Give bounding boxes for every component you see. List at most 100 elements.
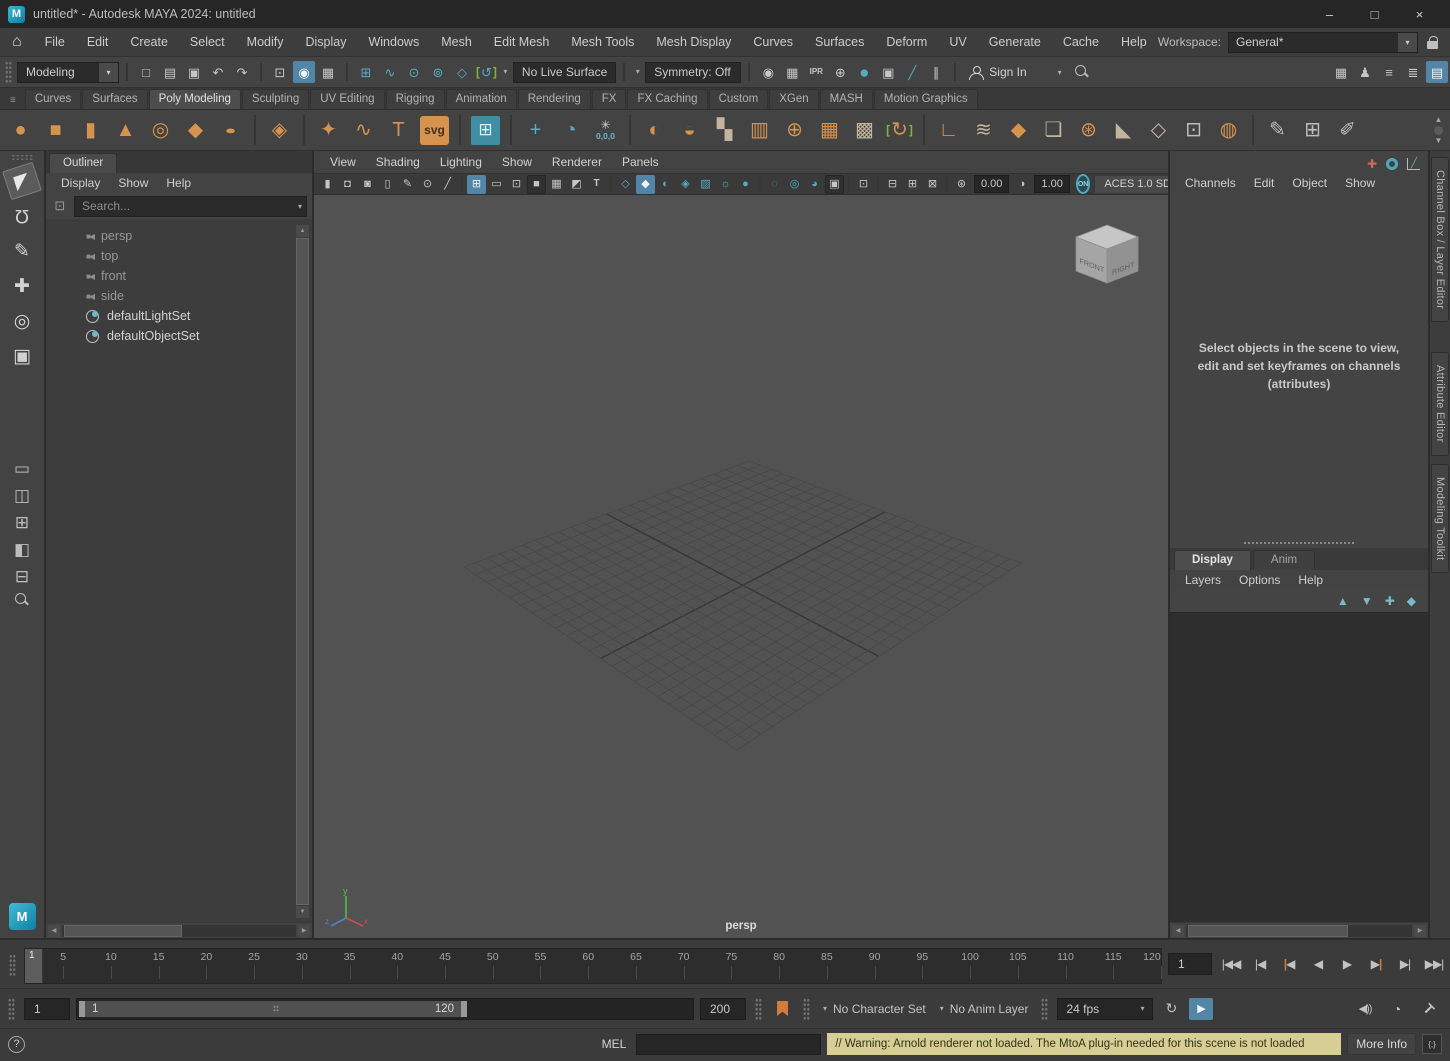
color-management-toggle[interactable]: ON: [1076, 174, 1091, 194]
xray-mode-icon[interactable]: ▨: [696, 175, 715, 194]
play-forwards-button[interactable]: ▶: [1333, 950, 1361, 977]
step-forward-key-button[interactable]: ▶|: [1362, 950, 1390, 977]
smooth-shade-mode-icon[interactable]: ◆: [636, 175, 655, 194]
outliner-tab[interactable]: Outliner: [49, 153, 117, 173]
playback-range-bar[interactable]: 1 120: [79, 1001, 467, 1017]
grease-pencil-icon[interactable]: ✎: [398, 175, 417, 194]
exposure-icon[interactable]: ⊛: [952, 175, 971, 194]
menu-windows[interactable]: Windows: [357, 35, 430, 49]
menu-cache[interactable]: Cache: [1052, 35, 1110, 49]
lasso-select-tool[interactable]: Ω: [6, 201, 38, 231]
layout-four-pane-button[interactable]: ⊞: [6, 511, 38, 533]
cached-playback-toggle[interactable]: ▶: [1189, 998, 1213, 1020]
shelf-tab-fx-caching[interactable]: FX Caching: [627, 89, 707, 109]
shelf-menu-icon[interactable]: ≡: [10, 95, 16, 106]
boolean-icon[interactable]: ◒: [673, 114, 706, 147]
shelf-tab-animation[interactable]: Animation: [446, 89, 517, 109]
menu-deform[interactable]: Deform: [875, 35, 938, 49]
poly-cylinder-icon[interactable]: ▮: [74, 114, 107, 147]
camera-settings-icon[interactable]: ◙: [358, 175, 377, 194]
modeling-toolkit-button-icon[interactable]: ▦: [1330, 61, 1352, 83]
textured-mode-icon[interactable]: ◐: [656, 175, 675, 194]
animation-end-field[interactable]: 200: [700, 998, 746, 1020]
render-settings-icon[interactable]: ⊕: [829, 61, 851, 83]
panel-menu-panels[interactable]: Panels: [612, 155, 669, 169]
film-gate-icon[interactable]: ▭: [487, 175, 506, 194]
panel-menu-lighting[interactable]: Lighting: [430, 155, 492, 169]
field-chart-icon[interactable]: ▦: [547, 175, 566, 194]
layout-single-pane-button[interactable]: ▭: [6, 457, 38, 479]
menu-display[interactable]: Display: [294, 35, 357, 49]
time-slider[interactable]: 1 51015202530354045505560657075808590951…: [24, 948, 1162, 984]
range-slider-track[interactable]: 1 120: [76, 998, 694, 1020]
loop-playback-icon[interactable]: ↻: [1159, 998, 1183, 1020]
shelf-tab-curves[interactable]: Curves: [25, 89, 81, 109]
scroll-left-icon[interactable]: ◀: [48, 925, 60, 937]
shelf-tab-rigging[interactable]: Rigging: [386, 89, 445, 109]
drag-handle[interactable]: [8, 998, 15, 1020]
circularize-icon[interactable]: ⊛: [1072, 114, 1105, 147]
menu-mesh[interactable]: Mesh: [430, 35, 483, 49]
anim-layer-select[interactable]: ▾ No Anim Layer: [936, 1002, 1033, 1016]
outliner-menu-help[interactable]: Help: [157, 176, 200, 190]
help-icon[interactable]: ?: [8, 1036, 25, 1053]
render-setup-icon[interactable]: ▣: [877, 61, 899, 83]
open-scene-icon[interactable]: ▤: [159, 61, 181, 83]
outliner-item-defaultobjectset[interactable]: defaultObjectSet: [46, 326, 312, 346]
shelf-tab-rendering[interactable]: Rendering: [518, 89, 591, 109]
menu-modify[interactable]: Modify: [236, 35, 295, 49]
panel-menu-view[interactable]: View: [320, 155, 366, 169]
close-button[interactable]: ×: [1397, 0, 1442, 28]
menu-edit-mesh[interactable]: Edit Mesh: [483, 35, 561, 49]
quadrangulate-icon[interactable]: ◇: [1142, 114, 1175, 147]
smooth-icon[interactable]: ▦: [813, 114, 846, 147]
save-scene-icon[interactable]: ▣: [183, 61, 205, 83]
animation-preferences-icon[interactable]: T: [1413, 992, 1446, 1025]
current-time-field[interactable]: 1: [1168, 953, 1212, 975]
snap-to-plane-icon[interactable]: ◇: [451, 61, 473, 83]
annotate-icon[interactable]: ╱: [438, 175, 457, 194]
menu-surfaces[interactable]: Surfaces: [804, 35, 875, 49]
hud-toggle-icon[interactable]: T: [587, 175, 606, 194]
shadows-icon[interactable]: ●: [736, 175, 755, 194]
menu-generate[interactable]: Generate: [978, 35, 1052, 49]
maximize-button[interactable]: □: [1352, 0, 1397, 28]
shelf-tab-surfaces[interactable]: Surfaces: [82, 89, 147, 109]
menu-mesh-display[interactable]: Mesh Display: [645, 35, 742, 49]
triangulate-icon[interactable]: ◣: [1107, 114, 1140, 147]
poly-cube-icon[interactable]: ■: [39, 114, 72, 147]
undo-icon[interactable]: ↶: [207, 61, 229, 83]
menu-file[interactable]: File: [34, 35, 76, 49]
snap-to-projected-center-icon[interactable]: ⊚: [427, 61, 449, 83]
render-view-icon[interactable]: ◉: [757, 61, 779, 83]
render-current-frame-icon[interactable]: ▦: [781, 61, 803, 83]
drag-handle[interactable]: [803, 998, 810, 1020]
type-tool-icon[interactable]: T: [382, 114, 415, 147]
more-info-button[interactable]: More Info: [1347, 1033, 1416, 1055]
step-back-key-button[interactable]: |◀: [1275, 950, 1303, 977]
menu-help[interactable]: Help: [1110, 35, 1158, 49]
scrollbar-thumb[interactable]: [64, 925, 182, 937]
drag-handle[interactable]: [9, 954, 16, 976]
shelf-tab-xgen[interactable]: XGen: [769, 89, 818, 109]
panel-camera-icon[interactable]: ▮: [318, 175, 337, 194]
outliner-filter-icon[interactable]: ⊡: [51, 197, 69, 215]
go-to-start-button[interactable]: |◀◀: [1217, 950, 1245, 977]
view-bookmark-icon[interactable]: ▯: [378, 175, 397, 194]
texture-placement-icon[interactable]: ⊞: [903, 175, 922, 194]
drag-handle[interactable]: [1041, 998, 1048, 1020]
show-manipulator-icon[interactable]: ✚: [1367, 158, 1377, 170]
layer-menu-help[interactable]: Help: [1289, 573, 1332, 587]
outliner-item-defaultlightset[interactable]: defaultLightSet: [46, 306, 312, 326]
layer-tab-anim[interactable]: Anim: [1253, 550, 1315, 570]
platonic-solid-icon[interactable]: ◈: [263, 114, 296, 147]
shelf-tab-mash[interactable]: MASH: [820, 89, 873, 109]
graph-editor-icon[interactable]: ╱: [1407, 158, 1420, 170]
menu-mesh-tools[interactable]: Mesh Tools: [560, 35, 645, 49]
sweep-mesh-icon[interactable]: ✦: [312, 114, 345, 147]
layout-custom-button[interactable]: ⊟: [6, 565, 38, 587]
multi-cut-icon[interactable]: ✎: [1261, 114, 1294, 147]
command-language-toggle[interactable]: MEL: [598, 1037, 631, 1051]
panel-menu-show[interactable]: Show: [492, 155, 542, 169]
make-live-icon[interactable]: [↺]: [475, 61, 498, 83]
